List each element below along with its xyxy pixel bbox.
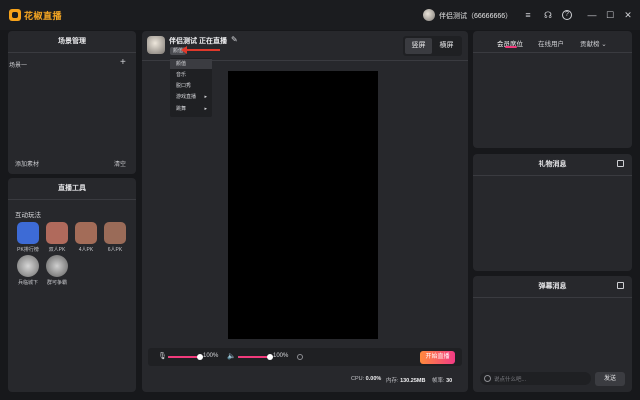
active-tab-indicator: [505, 46, 517, 48]
dropdown-item-label: 颜值: [176, 61, 187, 67]
tool-label: 兵临城下: [17, 280, 38, 286]
tool-contest[interactable]: 群可争霸: [45, 255, 69, 286]
tool-6-pk[interactable]: 6人PK: [103, 222, 127, 253]
orientation-toggle: 竖屏 横屏: [403, 36, 462, 56]
portrait-button[interactable]: 竖屏: [405, 38, 432, 54]
fps-label: 帧率:: [432, 378, 445, 384]
gift-panel-title: 礼物消息: [473, 154, 632, 176]
tool-duo-pk[interactable]: 双人PK: [45, 222, 69, 253]
interact-label: 互动玩法: [15, 212, 41, 219]
minimize-icon[interactable]: —: [586, 9, 598, 21]
category-dropdown: 颜值 音乐 脱口秀 游戏直播 ▸ 跳舞 ▸: [170, 58, 212, 117]
close-icon[interactable]: ✕: [622, 9, 634, 21]
tab-online-users[interactable]: 在线用户: [538, 38, 564, 48]
dropdown-item[interactable]: 跳舞 ▸: [170, 104, 212, 114]
fps-value: 30: [446, 378, 453, 384]
mic-volume-value: 100%: [203, 353, 219, 359]
popout-icon[interactable]: [617, 282, 624, 289]
speaker-volume-value: 100%: [273, 353, 289, 359]
stream-preview: [228, 71, 378, 339]
landscape-button[interactable]: 横屏: [433, 38, 460, 54]
tab-contribution[interactable]: 贡献榜 ⌄: [580, 38, 607, 48]
dropdown-item[interactable]: 游戏直播 ▸: [170, 92, 212, 102]
gift-panel: 礼物消息: [473, 154, 632, 271]
clear-button[interactable]: 清空: [114, 159, 126, 168]
dropdown-item[interactable]: 颜值: [170, 59, 212, 69]
dropdown-item[interactable]: 音乐: [170, 70, 212, 80]
cpu-stat: CPU: 0.00%: [351, 376, 381, 382]
user-name[interactable]: 伴侣测试（66666666）: [439, 11, 512, 21]
audio-controls: 🎙 100% 🔈 100%: [148, 348, 462, 366]
dropdown-item[interactable]: 脱口秀: [170, 81, 212, 91]
memory-stat: 内存: 130.25MB: [386, 376, 425, 384]
four-pk-icon: [75, 222, 97, 244]
popout-icon[interactable]: [617, 160, 624, 167]
dropdown-item-label: 脱口秀: [176, 83, 192, 89]
go-live-button[interactable]: 开始直播: [420, 351, 455, 364]
chat-input[interactable]: 说点什么吧...: [480, 372, 591, 385]
settings-ring-icon[interactable]: [297, 354, 303, 360]
tool-4-pk[interactable]: 4人PK: [74, 222, 98, 253]
tool-label: 4人PK: [78, 247, 94, 253]
tool-siege[interactable]: 兵临城下: [16, 255, 40, 286]
speaker-icon[interactable]: 🔈: [227, 352, 236, 360]
emoji-icon[interactable]: [484, 375, 491, 382]
six-pk-icon: [104, 222, 126, 244]
room-title: 伴侣测试 正在直播: [169, 38, 227, 45]
tool-label: 6人PK: [107, 247, 123, 253]
memory-label: 内存:: [386, 378, 399, 384]
scene-panel: 场景管理: [8, 31, 136, 174]
mic-slider-fill: [168, 356, 200, 358]
cpu-value: 0.00%: [365, 376, 382, 382]
tool-label: 双人PK: [48, 247, 66, 253]
chevron-right-icon: ▸: [204, 94, 207, 100]
cpu-label: CPU:: [351, 376, 365, 382]
fps-stat: 帧率: 30: [432, 376, 452, 384]
contest-icon: [46, 255, 68, 277]
edit-icon[interactable]: ✎: [231, 35, 238, 44]
siege-icon: [17, 255, 39, 277]
app-logo-icon: [9, 9, 21, 21]
scene-item[interactable]: 场景一: [9, 60, 27, 69]
tool-pk-ranking[interactable]: PK排行榜: [16, 222, 40, 253]
dropdown-item-label: 游戏直播: [176, 94, 197, 100]
send-button[interactable]: 发送: [595, 372, 625, 386]
dropdown-item-label: 跳舞: [176, 106, 187, 112]
speaker-volume-slider[interactable]: [238, 354, 273, 360]
chevron-right-icon: ▸: [204, 106, 207, 112]
memory-value: 130.25MB: [400, 378, 426, 384]
duo-pk-icon: [46, 222, 68, 244]
user-avatar[interactable]: [423, 9, 435, 21]
dropdown-item-label: 音乐: [176, 72, 187, 78]
microphone-icon[interactable]: 🎙: [158, 352, 167, 360]
streamer-avatar[interactable]: [147, 36, 165, 54]
right-tabs: 会员席位 在线用户 贡献榜 ⌄: [473, 31, 632, 53]
add-material-button[interactable]: 添加素材: [15, 159, 39, 168]
help-icon[interactable]: ?: [562, 10, 572, 20]
scene-panel-title: 场景管理: [8, 31, 136, 53]
pk-ranking-icon: [17, 222, 39, 244]
add-scene-icon[interactable]: +: [120, 57, 126, 68]
tool-label: PK排行榜: [17, 247, 39, 253]
app-title: 花椒直播: [24, 11, 63, 21]
maximize-icon[interactable]: ☐: [604, 9, 616, 21]
mic-volume-slider[interactable]: [168, 354, 203, 360]
danmu-panel-title: 弹幕消息: [473, 276, 632, 298]
menu-icon[interactable]: ≡: [522, 9, 534, 21]
speaker-slider-fill: [238, 356, 270, 358]
tool-label: 群可争霸: [46, 280, 67, 286]
headset-icon[interactable]: ☊: [542, 9, 554, 21]
chat-placeholder: 说点什么吧...: [494, 377, 527, 383]
annotation-arrow: [181, 46, 220, 54]
tools-panel-title: 直播工具: [8, 178, 136, 200]
